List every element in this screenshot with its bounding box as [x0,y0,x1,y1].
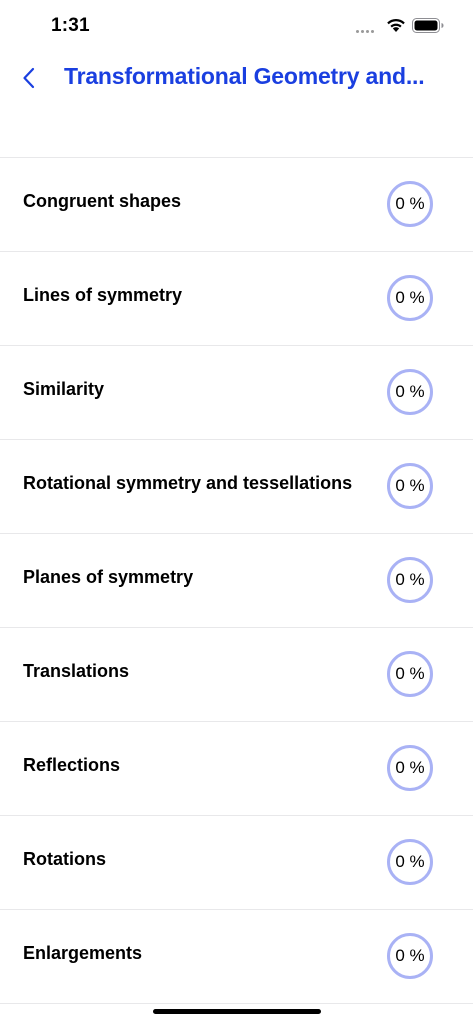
cellular-dots-icon [356,30,378,34]
topic-label: Rotational symmetry and tessellations [23,473,353,493]
progress-ring: 0 % [387,651,433,697]
topic-list: Congruent shapes 0 % Lines of symmetry 0… [0,157,473,1004]
status-bar: 1:31 [0,0,473,54]
list-item[interactable]: Rotational symmetry and tessellations 0 … [0,439,473,533]
topic-label: Planes of symmetry [23,567,194,587]
list-item[interactable]: Rotations 0 % [0,815,473,909]
home-indicator[interactable] [153,1009,321,1014]
list-item[interactable]: Congruent shapes 0 % [0,157,473,251]
navigation-bar: Transformational Geometry and... [0,54,473,102]
topic-label: Similarity [23,379,105,399]
list-item[interactable]: Enlargements 0 % [0,909,473,1004]
progress-value: 0 % [395,664,425,683]
list-item[interactable]: Translations 0 % [0,627,473,721]
progress-ring: 0 % [387,745,433,791]
wifi-icon [386,17,406,33]
page-title: Transformational Geometry and... [64,63,425,89]
progress-ring: 0 % [387,181,433,227]
progress-value: 0 % [395,946,425,965]
progress-value: 0 % [395,194,425,213]
progress-ring: 0 % [387,933,433,979]
list-item[interactable]: Lines of symmetry 0 % [0,251,473,345]
topic-label: Enlargements [23,943,143,963]
battery-icon [412,18,444,33]
progress-value: 0 % [395,570,425,589]
list-item[interactable]: Planes of symmetry 0 % [0,533,473,627]
list-item[interactable]: Reflections 0 % [0,721,473,815]
topic-label: Lines of symmetry [23,285,183,305]
progress-value: 0 % [395,852,425,871]
progress-value: 0 % [395,382,425,401]
progress-ring: 0 % [387,369,433,415]
progress-value: 0 % [395,476,425,495]
topic-label: Reflections [23,755,121,775]
progress-ring: 0 % [387,275,433,321]
progress-value: 0 % [395,288,425,307]
topic-label: Translations [23,661,130,681]
status-time: 1:31 [51,15,90,36]
topic-label: Rotations [23,849,106,869]
progress-ring: 0 % [387,557,433,603]
progress-value: 0 % [395,758,425,777]
progress-ring: 0 % [387,839,433,885]
back-button[interactable] [14,60,50,96]
topic-label: Congruent shapes [23,191,182,211]
chevron-left-icon [23,67,35,89]
list-item[interactable]: Similarity 0 % [0,345,473,439]
progress-ring: 0 % [387,463,433,509]
